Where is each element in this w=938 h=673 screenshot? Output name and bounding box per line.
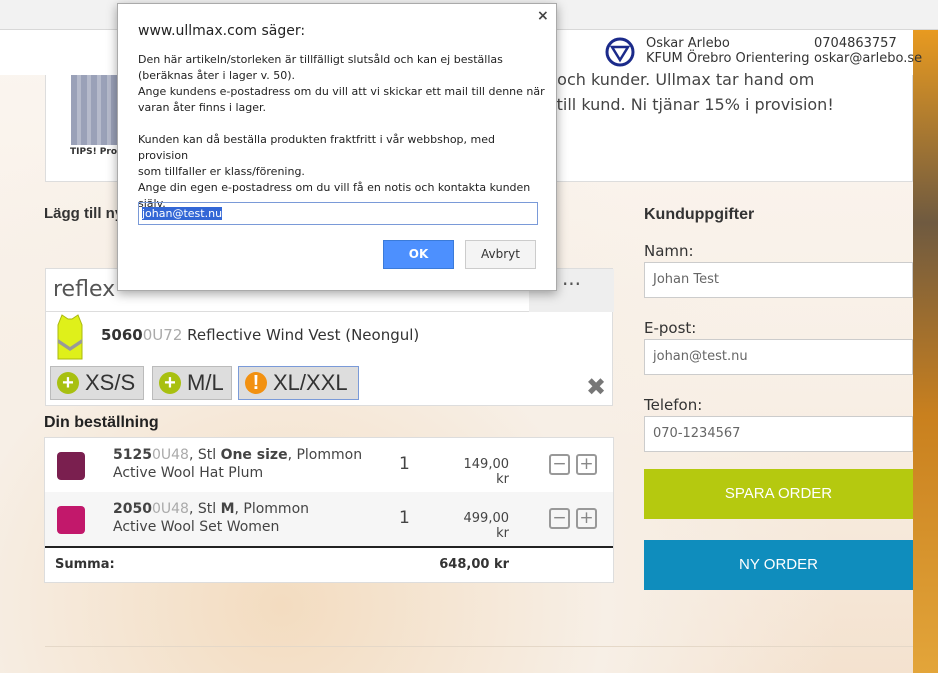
minus-icon[interactable]: − <box>549 508 570 529</box>
item-code-suffix: 0U48 <box>151 501 189 517</box>
sum-row: Summa: 648,00 kr <box>45 546 613 583</box>
plus-icon: + <box>159 372 181 394</box>
cancel-button[interactable]: Avbryt <box>465 240 536 269</box>
item-code: 2050 <box>113 501 152 517</box>
dialog-email-input[interactable]: johan@test.nu <box>138 202 538 225</box>
tips-text: TIPS! Prov <box>70 147 123 157</box>
product-line: 50600U72 Reflective Wind Vest (Neongul) <box>101 326 419 344</box>
product-code: 5060 <box>101 326 143 344</box>
divider <box>45 646 913 647</box>
background-image <box>913 30 938 673</box>
product-thumbnail-hat <box>57 452 85 480</box>
plus-icon: + <box>57 372 79 394</box>
item-price: 149,00 kr <box>463 457 510 487</box>
new-order-button[interactable]: NY ORDER <box>644 540 913 590</box>
remove-product-icon[interactable]: ✖ <box>586 373 606 401</box>
minus-icon[interactable]: − <box>549 454 570 475</box>
item-color: , Plommon <box>287 447 363 463</box>
name-label: Namn: <box>644 242 694 260</box>
phone-label: Telefon: <box>644 396 703 414</box>
add-heading: Lägg till ny <box>44 205 124 222</box>
item-code: 5125 <box>113 447 152 463</box>
sum-value: 648,00 kr <box>439 557 509 572</box>
customer-heading: Kunduppgifter <box>644 206 755 223</box>
phone-input[interactable]: 070-1234567 <box>644 416 913 452</box>
prompt-dialog: www.ullmax.com säger: × Den här artikeln… <box>117 3 557 291</box>
item-price: 499,00 kr <box>463 511 510 541</box>
product-name: Reflective Wind Vest (Neongul) <box>187 326 420 344</box>
size-label: XS/S <box>85 370 136 395</box>
order-heading: Din beställning <box>44 414 159 431</box>
name-input[interactable]: Johan Test <box>644 262 913 298</box>
order-item-description: 20500U48, Stl M, Plommon Active Wool Set … <box>113 500 309 536</box>
size-label: XL/XXL <box>273 370 348 395</box>
item-size: One size <box>220 447 288 463</box>
size-button-xl-xxl[interactable]: ! XL/XXL <box>238 366 359 400</box>
save-order-button[interactable]: SPARA ORDER <box>644 469 913 519</box>
plus-icon[interactable]: + <box>576 508 597 529</box>
contact-details: 0704863757 oskar@arlebo.se <box>814 36 922 66</box>
dialog-input-value: johan@test.nu <box>142 207 223 220</box>
dialog-title: www.ullmax.com säger: <box>138 23 306 39</box>
product-thumbnail-set <box>57 506 85 534</box>
item-color: , Plommon <box>234 501 310 517</box>
plus-icon[interactable]: + <box>576 454 597 475</box>
order-table: 51250U48, Stl One size, Plommon Active Wo… <box>44 437 614 583</box>
info-line-2: kt till kund. Ni tjänar 15% i provision! <box>536 95 834 114</box>
item-qty: 1 <box>399 454 410 474</box>
orienteering-logo-icon <box>605 37 635 67</box>
product-code-suffix: 0U72 <box>142 326 183 344</box>
item-code-suffix: 0U48 <box>151 447 189 463</box>
size-prefix: , Stl <box>188 447 221 463</box>
order-row: 20500U48, Stl M, Plommon Active Wool Set … <box>45 492 613 546</box>
item-size: M <box>220 501 235 517</box>
email-label: E-post: <box>644 319 697 337</box>
contact-email: oskar@arlebo.se <box>814 51 923 66</box>
dialog-message: Den här artikeln/storleken är tillfällig… <box>138 53 545 210</box>
close-icon[interactable]: × <box>537 8 549 24</box>
info-line-1: ta och kunder. Ullmax tar hand om <box>536 70 815 89</box>
order-item-description: 51250U48, Stl One size, Plommon Active Wo… <box>113 446 362 482</box>
info-text: ta och kunder. Ullmax tar hand om kt till… <box>536 67 916 117</box>
item-name: Active Wool Set Women <box>113 519 280 535</box>
contact-phone: 0704863757 <box>814 36 897 51</box>
item-qty: 1 <box>399 508 410 528</box>
size-button-xs-s[interactable]: + XS/S <box>50 366 144 400</box>
email-input[interactable]: johan@test.nu <box>644 339 913 375</box>
club-name: KFUM Örebro Orientering <box>646 51 810 66</box>
order-row: 51250U48, Stl One size, Plommon Active Wo… <box>45 438 613 492</box>
contact-person: Oskar Arlebo KFUM Örebro Orientering <box>646 36 810 66</box>
size-button-m-l[interactable]: + M/L <box>152 366 232 400</box>
item-name: Active Wool Hat Plum <box>113 465 264 481</box>
warning-icon: ! <box>245 372 267 394</box>
size-prefix: , Stl <box>188 501 221 517</box>
product-image-vest <box>57 314 83 360</box>
ok-button[interactable]: OK <box>383 240 454 269</box>
size-label: M/L <box>187 370 224 395</box>
sum-label: Summa: <box>55 557 115 572</box>
contact-name: Oskar Arlebo <box>646 36 730 51</box>
